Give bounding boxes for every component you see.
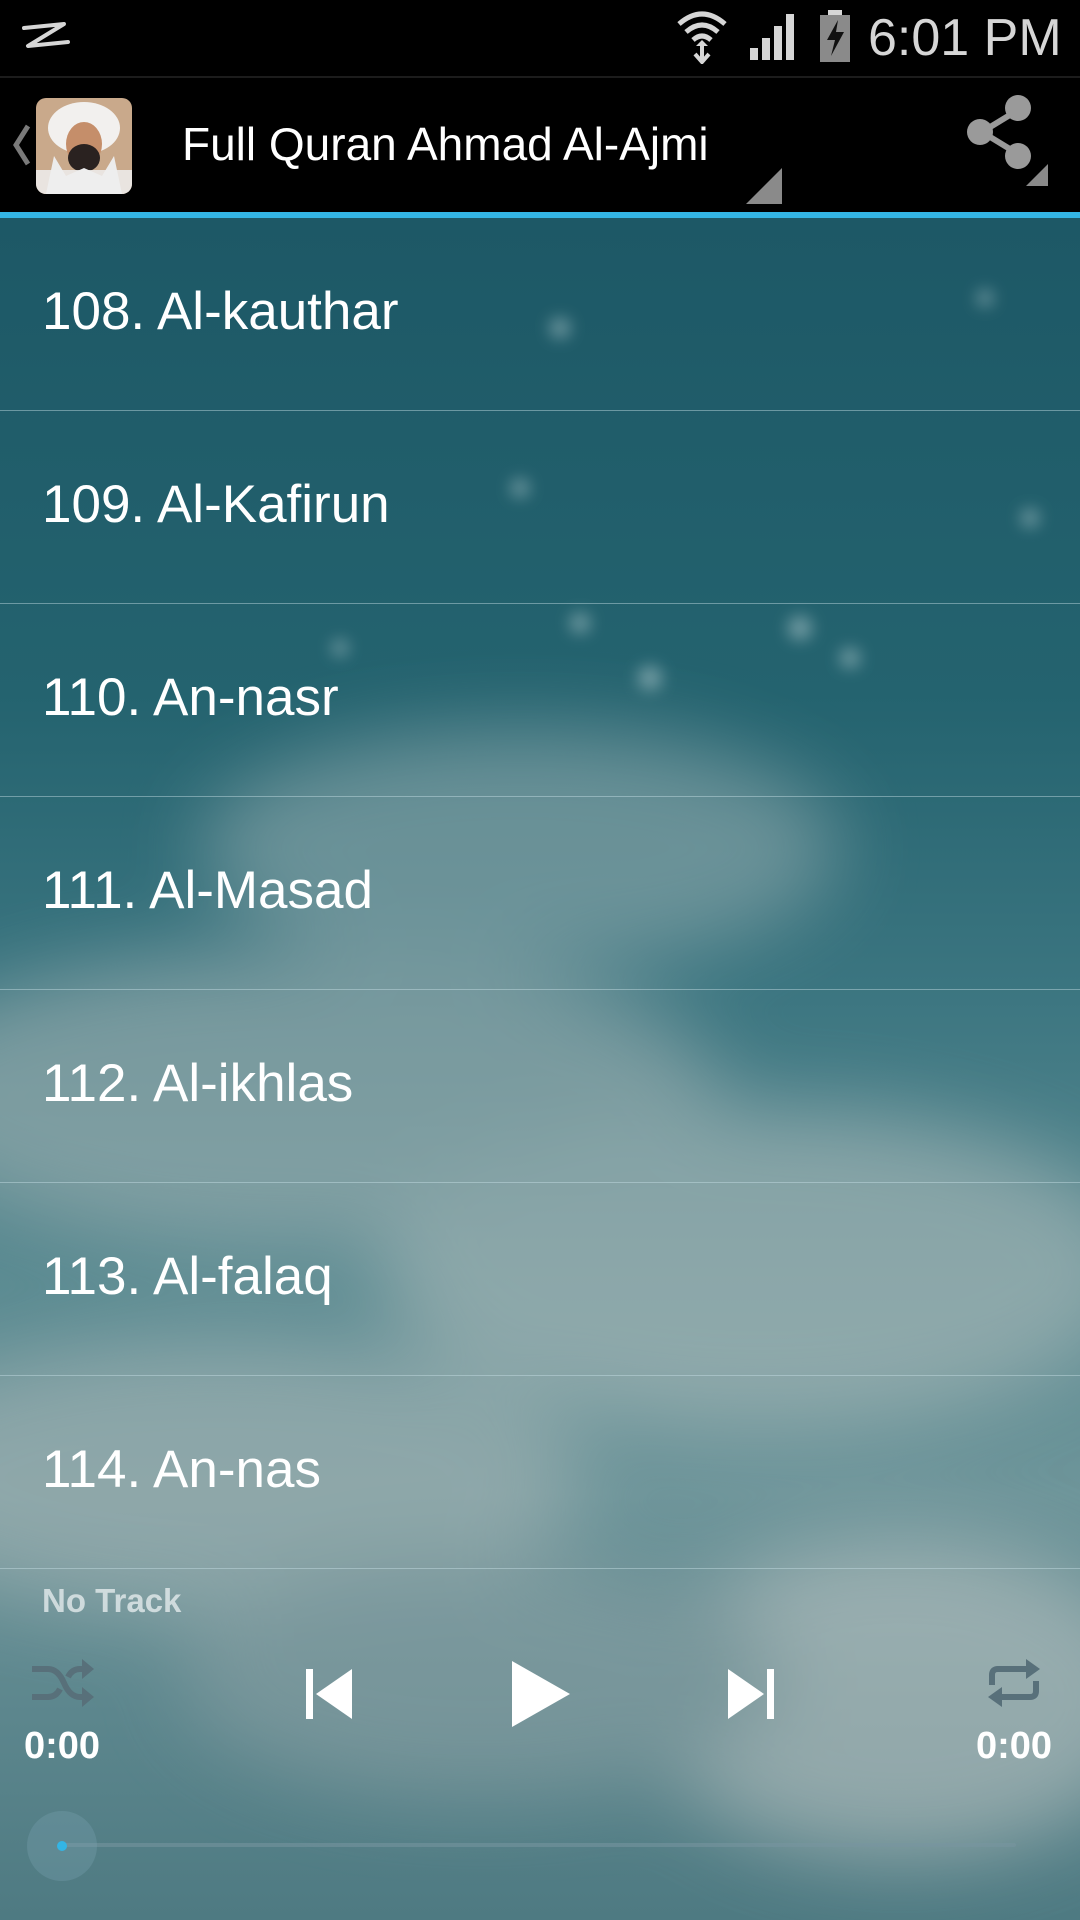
list-item[interactable]: 109. Al-Kafirun [0,411,1080,604]
list-item-label: 109. Al-Kafirun [42,475,390,534]
list-item[interactable]: 108. Al-kauthar [0,218,1080,411]
list-item[interactable]: 112. Al-ikhlas [0,990,1080,1183]
notification-icon [22,22,70,48]
list-item[interactable]: 111. Al-Masad [0,797,1080,990]
list-item-label: 113. Al-falaq [42,1247,333,1306]
surah-list: 108. Al-kauthar 109. Al-Kafirun 110. An-… [0,218,1080,1569]
wifi-icon [677,11,727,64]
track-name: No Track [42,1582,182,1619]
screen: 6:01 PM Full Quran Ahmad Al-Ajmi 108. Al… [0,0,1080,1920]
share-icon [967,95,1048,186]
page-title[interactable]: Full Quran Ahmad Al-Ajmi [182,116,709,172]
status-clock: 6:01 PM [868,9,1062,67]
list-item-label: 110. An-nasr [42,668,339,727]
seek-bar[interactable] [62,1843,1016,1847]
list-item-label: 114. An-nas [42,1440,321,1499]
list-item-label: 112. Al-ikhlas [42,1054,354,1113]
battery-charging-icon [820,10,850,62]
repeat-icon[interactable] [984,1655,1044,1711]
list-item-label: 108. Al-kauthar [42,282,399,341]
seek-thumb[interactable] [27,1811,97,1881]
list-item[interactable]: 110. An-nasr [0,604,1080,797]
app-icon[interactable] [36,98,132,194]
up-caret-icon[interactable] [10,122,32,168]
duration-time: 0:00 [975,1725,1052,1767]
signal-icon [750,14,794,60]
previous-icon[interactable] [304,1665,354,1723]
action-bar: Full Quran Ahmad Al-Ajmi [0,76,1080,214]
elapsed-time: 0:00 [24,1725,101,1767]
next-icon[interactable] [726,1665,776,1723]
list-item[interactable]: 113. Al-falaq [0,1183,1080,1376]
player-panel: No Track 0:00 0:00 [0,1567,1080,1920]
list-item[interactable]: 114. An-nas [0,1376,1080,1569]
play-icon[interactable] [508,1659,572,1729]
shuffle-icon[interactable] [30,1655,96,1711]
list-item-label: 111. Al-Masad [42,861,373,920]
dropdown-indicator-icon [746,168,782,204]
status-bar: 6:01 PM [0,0,1080,76]
